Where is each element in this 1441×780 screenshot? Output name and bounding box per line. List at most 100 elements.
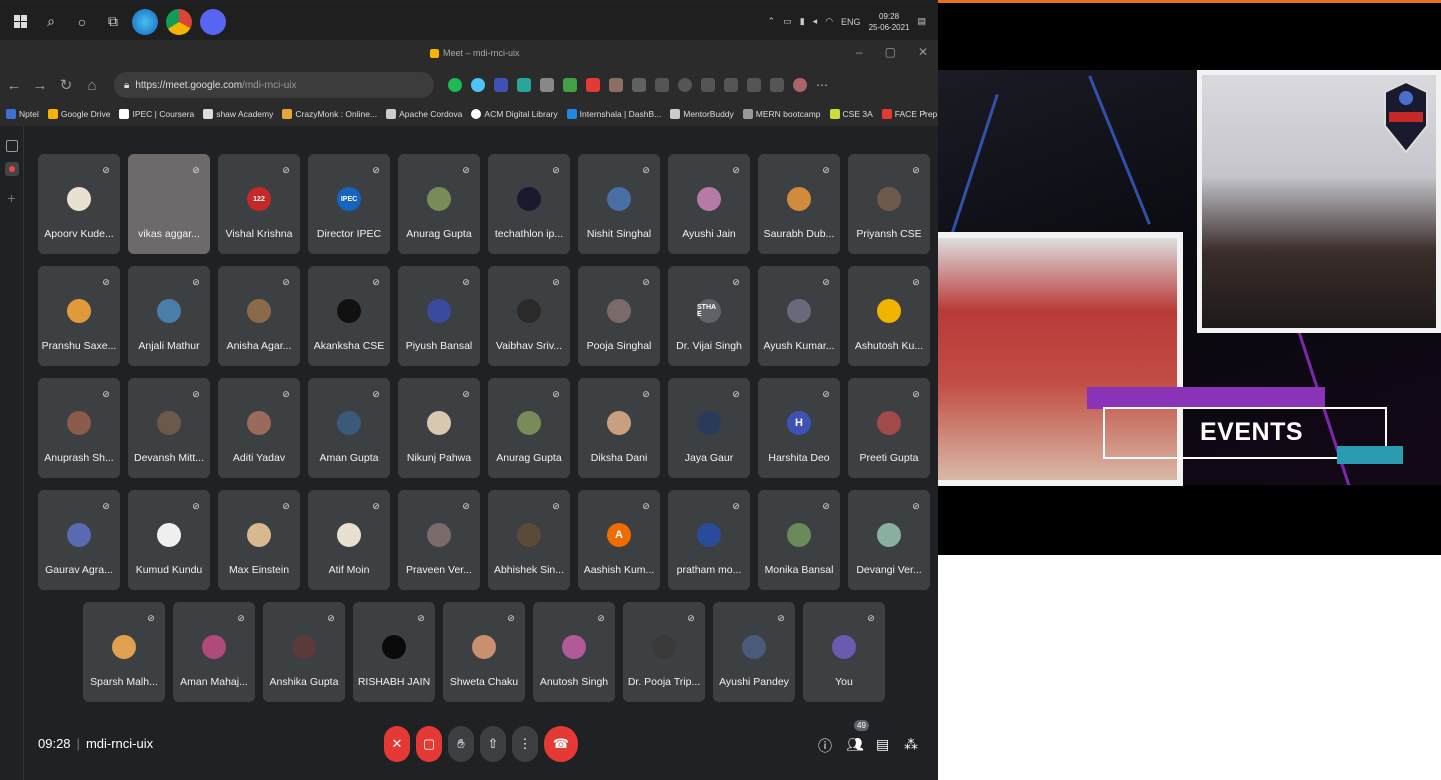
extension-icon[interactable] xyxy=(563,78,577,92)
pin-icon[interactable] xyxy=(655,78,669,92)
network-icon[interactable]: ◠ xyxy=(825,16,833,27)
participant-tile[interactable]: ⊘ Diksha Dani xyxy=(578,378,660,478)
discord-icon[interactable] xyxy=(200,8,226,35)
volume-icon[interactable]: ◂ xyxy=(813,16,818,27)
bookmark-item[interactable]: Google Drive xyxy=(47,109,110,119)
windows-start-icon[interactable] xyxy=(9,11,31,33)
browser-tab[interactable]: Meet – mdi-rnci-uix xyxy=(430,48,520,58)
participant-tile[interactable]: ⊘ Devangi Ver... xyxy=(848,490,930,590)
maximize-icon[interactable]: ▢ xyxy=(885,45,896,59)
more-menu-icon[interactable]: ⋯ xyxy=(816,78,828,92)
participant-tile[interactable]: ⊘ H Harshita Deo xyxy=(758,378,840,478)
bookmark-item[interactable]: Internshala | DashB... xyxy=(566,109,661,119)
cortana-icon[interactable]: ○ xyxy=(71,11,93,33)
participant-tile[interactable]: ⊘ Ayush Kumar... xyxy=(758,266,840,366)
participant-tile[interactable]: ⊘ STHA E Dr. Vijai Singh xyxy=(668,266,750,366)
bookmark-item[interactable]: shaw Academy xyxy=(203,109,273,119)
participant-tile[interactable]: ⊘ Aditi Yadav xyxy=(218,378,300,478)
participant-tile[interactable]: ⊘ Anjali Mathur xyxy=(128,266,210,366)
participant-tile[interactable]: ⊘ Priyansh CSE xyxy=(848,154,930,254)
bookmark-item[interactable]: CSE 3A xyxy=(829,109,873,119)
profile-avatar[interactable] xyxy=(793,78,807,92)
download-icon[interactable] xyxy=(701,78,715,92)
participant-tile[interactable]: ⊘ Nikunj Pahwa xyxy=(398,378,480,478)
participant-tile[interactable]: ⊘ Aman Mahaj... xyxy=(173,602,255,702)
tab-icon[interactable] xyxy=(5,140,18,152)
participant-tile[interactable]: ⊘ Anurag Gupta xyxy=(398,154,480,254)
participant-tile[interactable]: ⊘ Pranshu Saxe... xyxy=(38,266,120,366)
mic-tray-icon[interactable]: ▮ xyxy=(800,16,805,27)
forward-icon[interactable]: → xyxy=(28,77,52,94)
participant-tile[interactable]: ⊘ Piyush Bansal xyxy=(398,266,480,366)
language-indicator[interactable]: ENG xyxy=(841,17,861,27)
extension-icon[interactable] xyxy=(448,78,462,92)
raise-hand-button[interactable]: ✋︎ xyxy=(448,726,474,762)
back-icon[interactable]: ← xyxy=(2,77,26,94)
bookmark-item[interactable]: Nptel xyxy=(6,109,39,119)
extension-icon[interactable] xyxy=(494,78,508,92)
chrome-icon[interactable] xyxy=(166,8,192,35)
battery-icon[interactable]: ▭ xyxy=(783,16,792,27)
extension-icon[interactable] xyxy=(517,78,531,92)
participant-tile[interactable]: ⊘ Ashutosh Ku... xyxy=(848,266,930,366)
activities-icon[interactable]: ⁂ xyxy=(904,736,918,753)
participant-tile[interactable]: ⊘ Monika Bansal xyxy=(758,490,840,590)
participant-tile[interactable]: ⊘ Saurabh Dub... xyxy=(758,154,840,254)
chevron-right-icon[interactable]: › xyxy=(922,107,926,119)
participant-tile[interactable]: ⊘ Gaurav Agra... xyxy=(38,490,120,590)
bookmark-item[interactable]: ACM Digital Library xyxy=(471,109,558,119)
reload-icon[interactable]: ↻ xyxy=(54,76,78,94)
extension-icon[interactable] xyxy=(471,78,485,92)
participant-tile[interactable]: ⊘ A Aashish Kum... xyxy=(578,490,660,590)
bookmark-item[interactable]: MERN bootcamp xyxy=(742,109,821,119)
participant-tile[interactable]: ⊘ RISHABH JAIN xyxy=(353,602,435,702)
participant-tile[interactable]: ⊘ Pooja Singhal xyxy=(578,266,660,366)
camera-off-button[interactable]: ▢ xyxy=(416,726,442,762)
participant-tile[interactable]: ⊘ Devansh Mitt... xyxy=(128,378,210,478)
participant-tile[interactable]: ⊘ Preeti Gupta xyxy=(848,378,930,478)
participant-tile[interactable]: ⊘ Anurag Gupta xyxy=(488,378,570,478)
bookmark-item[interactable]: CrazyMonk : Online... xyxy=(282,109,377,119)
record-icon[interactable] xyxy=(4,162,19,176)
participant-tile[interactable]: ⊘ Apoorv Kude... xyxy=(38,154,120,254)
participant-tile[interactable]: ⊘ 122 Vishal Krishna xyxy=(218,154,300,254)
bookmark-item[interactable]: MentorBuddy xyxy=(670,109,734,119)
search-icon[interactable]: ⌕ xyxy=(40,11,62,33)
participant-tile[interactable]: ⊘ Praveen Ver... xyxy=(398,490,480,590)
participant-tile[interactable]: ⊘ Vaibhav Sriv... xyxy=(488,266,570,366)
extension-icon[interactable] xyxy=(609,78,623,92)
participant-tile[interactable]: ⊘ Nishit Singhal xyxy=(578,154,660,254)
participant-tile[interactable]: ⊘ Aman Gupta xyxy=(308,378,390,478)
participant-tile[interactable]: ⊘ Anuprash Sh... xyxy=(38,378,120,478)
extension-icon[interactable] xyxy=(632,78,646,92)
bookmark-item[interactable]: IPEC | Coursera xyxy=(119,109,194,119)
bookmark-item[interactable]: FACE Prep xyxy=(881,109,937,119)
edge-icon[interactable] xyxy=(132,8,158,35)
participant-tile[interactable]: ⊘ Max Einstein xyxy=(218,490,300,590)
history-icon[interactable] xyxy=(678,78,692,92)
notification-icon[interactable]: ▤ xyxy=(917,16,926,27)
participant-tile[interactable]: ⊘ Atif Moin xyxy=(308,490,390,590)
participant-tile[interactable]: ⊘ IPEC Director IPEC xyxy=(308,154,390,254)
mic-off-button[interactable]: ✕ xyxy=(384,726,410,762)
participant-tile[interactable]: ⊘ Abhishek Sin... xyxy=(488,490,570,590)
participant-tile[interactable]: ⊘ Sparsh Malh... xyxy=(83,602,165,702)
participant-tile[interactable]: ⊘ Akanksha CSE xyxy=(308,266,390,366)
bookmark-item[interactable]: Apache Cordova xyxy=(386,109,462,119)
share-icon[interactable] xyxy=(770,78,784,92)
collections-icon[interactable] xyxy=(724,78,738,92)
chat-icon[interactable]: ▤ xyxy=(876,736,889,753)
more-options-button[interactable]: ⋮ xyxy=(512,726,538,762)
home-icon[interactable]: ⌂ xyxy=(80,77,104,94)
people-icon[interactable]: 👥︎ xyxy=(846,736,864,753)
participant-tile[interactable]: ⊘ vikas aggar... xyxy=(128,154,210,254)
extensions-puzzle-icon[interactable] xyxy=(747,78,761,92)
participant-tile[interactable]: ⊘ Ayushi Jain xyxy=(668,154,750,254)
participant-tile[interactable]: ⊘ Jaya Gaur xyxy=(668,378,750,478)
taskbar-clock[interactable]: 09:28 25-06-2021 xyxy=(869,11,910,33)
close-icon[interactable]: ✕ xyxy=(918,45,928,59)
minimize-icon[interactable]: – xyxy=(856,45,863,59)
participant-tile[interactable]: ⊘ Ayushi Pandey xyxy=(713,602,795,702)
plus-icon[interactable]: + xyxy=(0,190,23,206)
participant-tile[interactable]: ⊘ techathlon ip... xyxy=(488,154,570,254)
